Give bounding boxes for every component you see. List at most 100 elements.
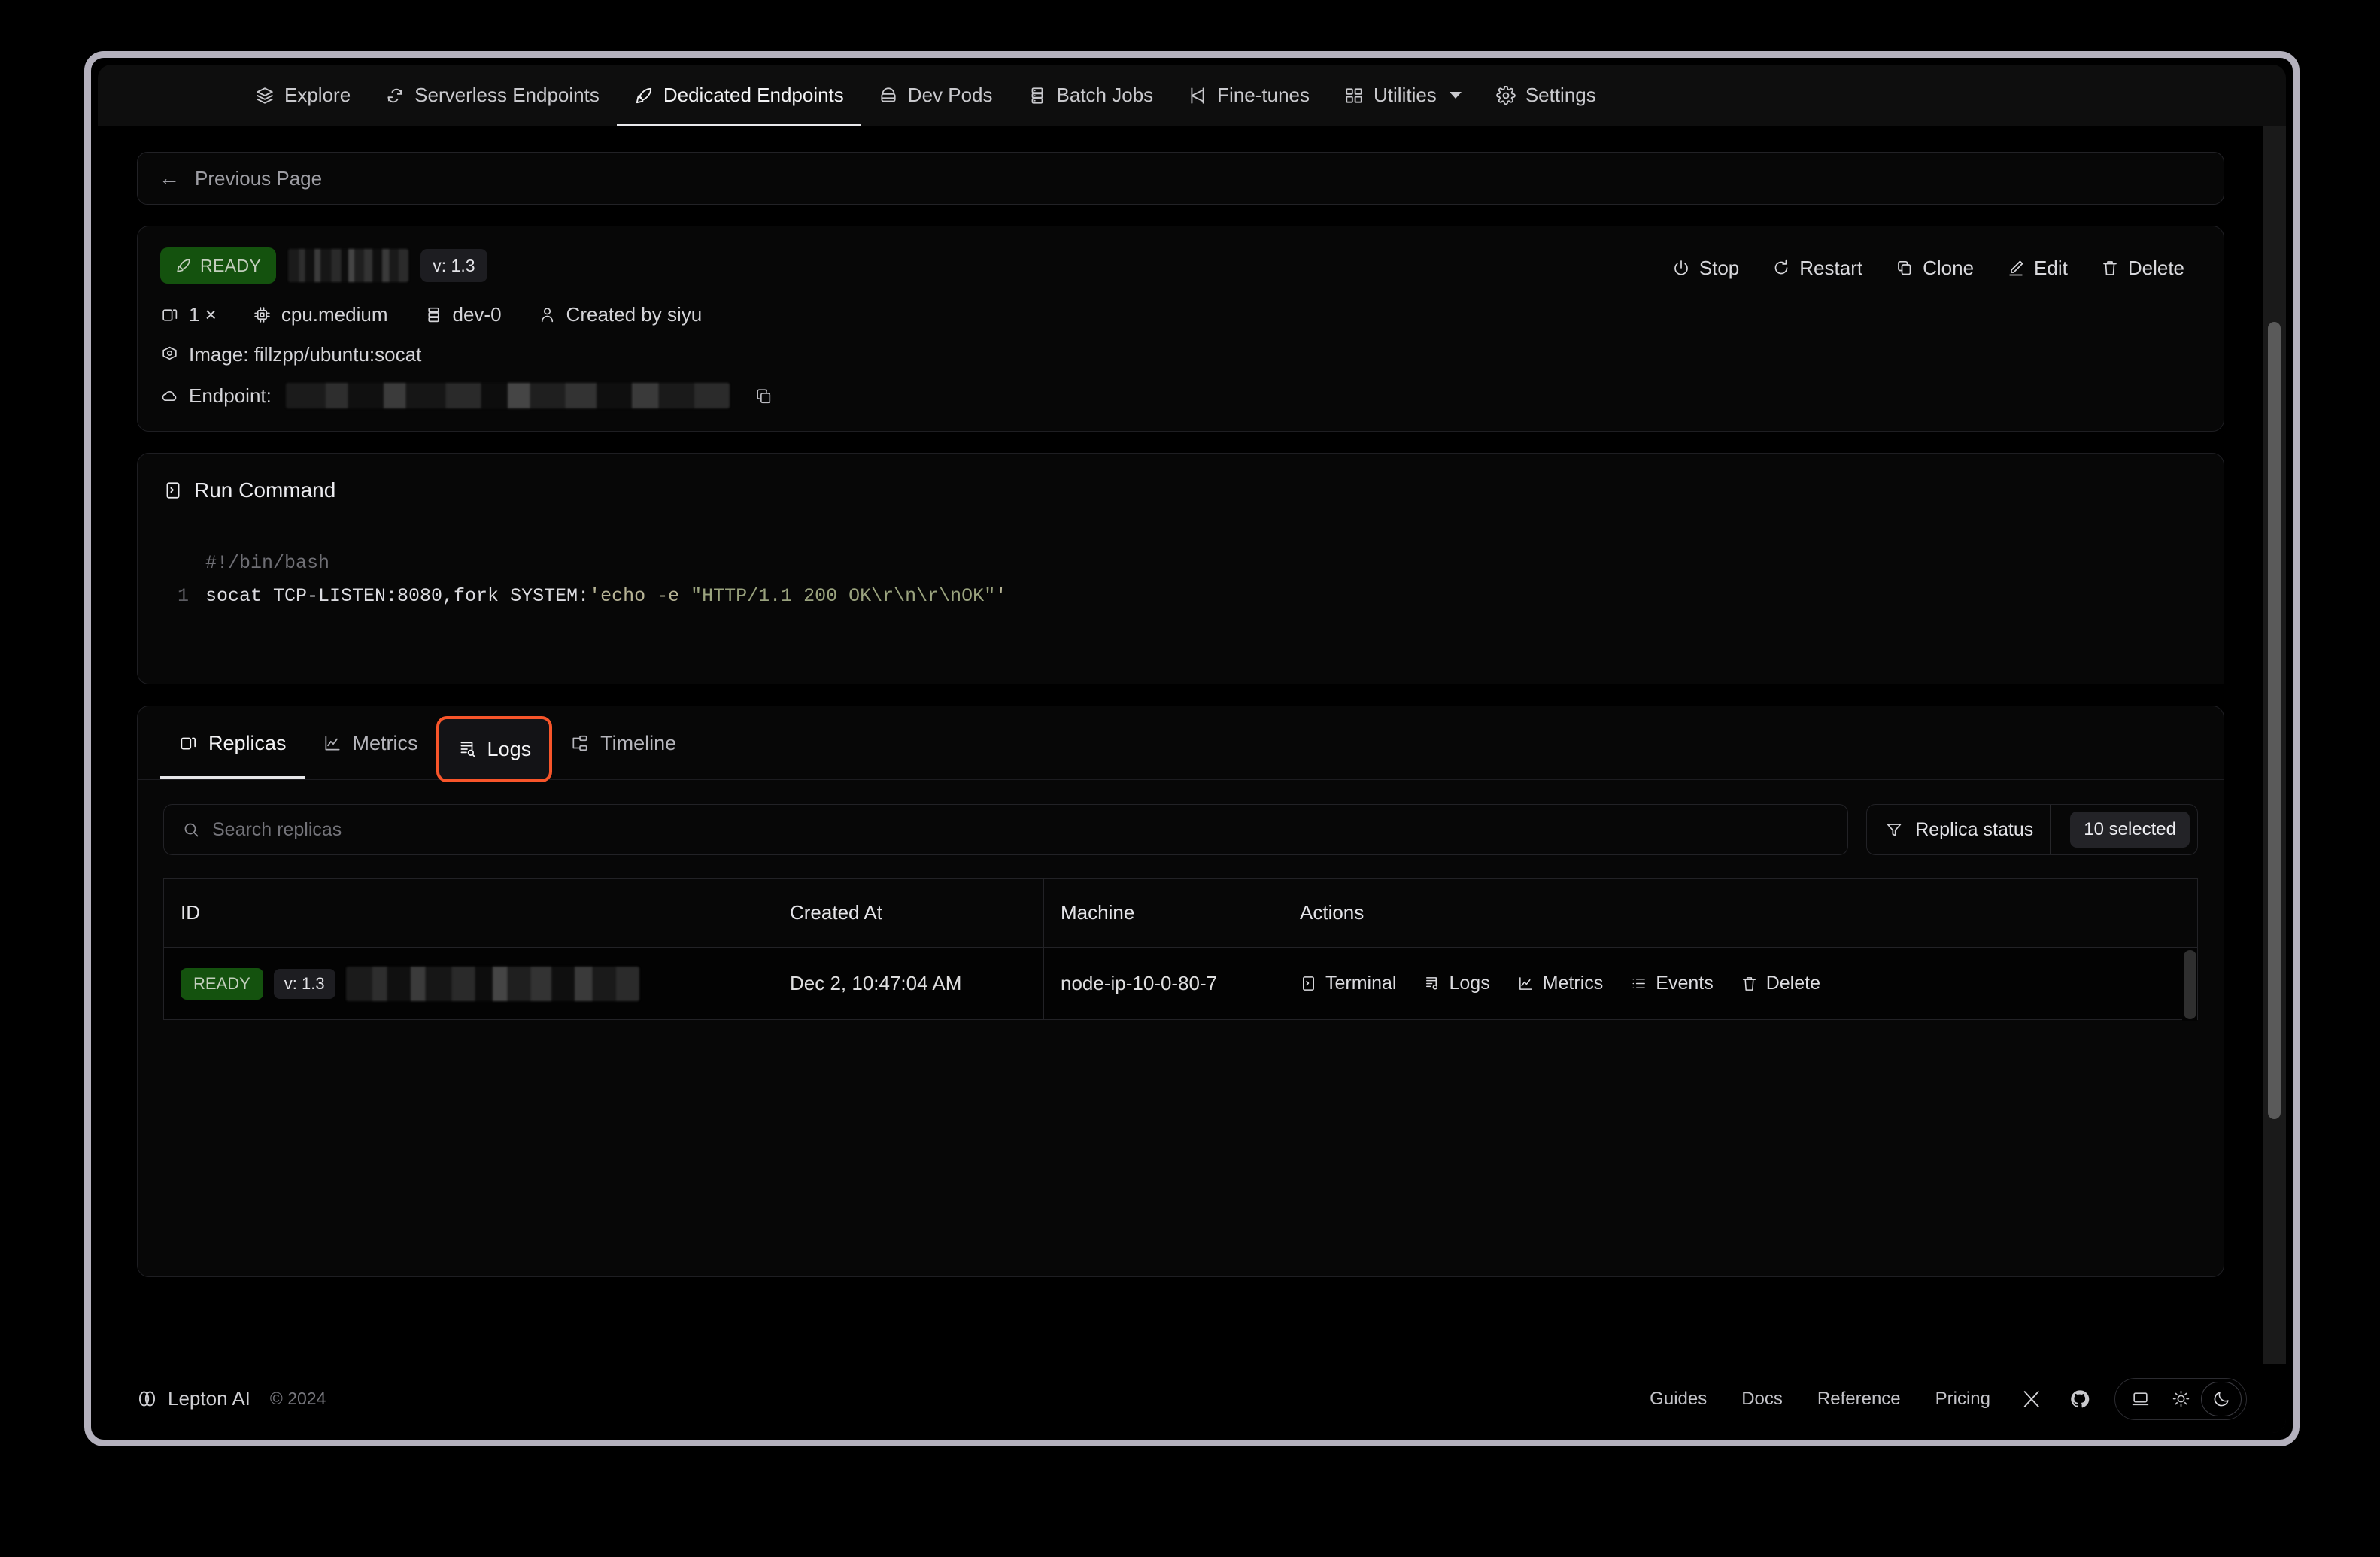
nav-item-serverless-endpoints[interactable]: Serverless Endpoints [368,65,617,126]
footer-link-pricing[interactable]: Pricing [1918,1389,2008,1410]
copy-icon [1898,260,1911,275]
shebang-text: #!/bin/bash [205,552,330,574]
search-icon [184,823,199,837]
light-theme-button[interactable] [2160,1382,2201,1416]
row-action-label: Terminal [1325,973,1397,994]
page-scrollbar-track[interactable] [2263,126,2286,1433]
arrow-left-icon: ← [159,166,180,190]
nav-item-dedicated-endpoints[interactable]: Dedicated Endpoints [616,65,861,126]
main-content: ← Previous Page READY v: 1.3 1 × cpu.med… [98,126,2263,1433]
cell-id: READY v: 1.3 [163,947,773,1020]
trash-icon [1742,977,1756,991]
tab-metrics[interactable]: Metrics [305,707,436,779]
run-command-title: Run Command [194,478,336,502]
github-icon [2071,1389,2090,1407]
server-stack-icon [1028,86,1047,105]
run-command-code[interactable]: #!/bin/bash 1 socat TCP-LISTEN:8080,fork … [138,527,2224,684]
github-link[interactable] [2056,1389,2104,1410]
run-command-card: Run Command #!/bin/bash 1 socat TCP-LISTE… [137,453,2224,684]
search-replicas-box[interactable] [163,804,1849,855]
copyright: © 2024 [269,1389,326,1408]
power-icon [1674,260,1688,275]
timeline-icon [572,735,587,751]
replicas-icon [162,309,178,321]
replicas-panel-card: Replicas Metrics Logs Timeline Search re… [137,706,2224,1277]
cloud-icon [162,390,177,401]
tab-logs[interactable]: Logs [436,716,553,782]
row-terminal-button[interactable]: Terminal [1300,973,1410,994]
table-scrollbar-thumb[interactable] [2184,950,2196,1019]
stop-button[interactable]: Stop [1656,250,1756,285]
created-by-label: Created by siyu [566,303,703,326]
cell-actions: Terminal Logs Metrics Events Delete [1283,947,2198,1020]
delete-label: Delete [2127,256,2184,279]
x-twitter-link[interactable] [2008,1389,2056,1410]
page-scrollbar-thumb[interactable] [2268,322,2281,1119]
workspace-info: dev-0 [424,303,502,326]
rocket-icon [634,86,654,105]
row-metrics-button[interactable]: Metrics [1504,973,1617,994]
list-icon [1632,978,1646,989]
table-row[interactable]: READY v: 1.3 Dec 2, 10:47:04 AM node-ip-… [163,947,2198,1020]
copy-endpoint-button[interactable] [754,387,773,405]
code-gutter: 1 [177,585,189,607]
copy-icon [757,388,771,403]
refresh-cloud-icon [385,86,405,105]
nav-label: Dev Pods [907,83,993,106]
row-logs-button[interactable]: Logs [1410,973,1503,994]
code-line-shebang: #!/bin/bash [138,547,2224,580]
endpoint-status-card: READY v: 1.3 1 × cpu.medium dev-0 Create… [137,226,2224,432]
lepton-logo-icon [138,1391,156,1407]
delete-button[interactable]: Delete [2084,250,2201,285]
code-string-close: ' [995,585,1007,607]
code-string-open: 'echo -e [589,585,691,607]
tab-timeline[interactable]: Timeline [552,707,694,779]
row-action-label: Delete [1765,973,1820,994]
replicas-filters: Replica status 10 selected [138,780,2224,855]
nav-label: Dedicated Endpoints [663,83,844,106]
divider [2050,805,2051,854]
nav-label: Settings [1525,83,1596,106]
layers-icon [255,86,275,105]
tab-replicas[interactable]: Replicas [160,707,305,779]
nav-item-dev-pods[interactable]: Dev Pods [861,65,1010,126]
image-label: Image: fillzpp/ubuntu:socat [189,343,422,366]
footer-link-reference[interactable]: Reference [1800,1389,1918,1410]
nav-item-fine-tunes[interactable]: Fine-tunes [1170,65,1327,126]
nav-item-explore[interactable]: Explore [238,65,368,126]
tab-label: Replicas [208,731,287,754]
system-theme-button[interactable] [2120,1382,2160,1416]
row-delete-button[interactable]: Delete [1727,973,1834,994]
nav-item-settings[interactable]: Settings [1479,65,1613,126]
endpoint-label: Endpoint: [189,384,272,407]
row-events-button[interactable]: Events [1617,973,1726,994]
cpu-icon [254,307,270,323]
column-header-id: ID [163,878,773,948]
endpoint-name-redacted [288,249,409,282]
image-info: Image: fillzpp/ubuntu:socat [160,343,2201,366]
nav-item-batch-jobs[interactable]: Batch Jobs [1010,65,1171,126]
row-version-pill: v: 1.3 [273,968,335,999]
footer: Lepton AI © 2024 Guides Docs Reference P… [98,1364,2286,1433]
cell-created-at: Dec 2, 10:47:04 AM [773,947,1044,1020]
trash-icon [2102,261,2117,275]
nav-item-utilities[interactable]: Utilities [1327,65,1479,126]
previous-page-button[interactable]: ← Previous Page [137,152,2224,205]
search-input[interactable] [212,818,1830,841]
restart-button[interactable]: Restart [1756,250,1879,285]
tab-label: Timeline [600,731,677,754]
terminal-icon [166,481,180,499]
filter-icon [1887,824,1902,836]
footer-link-guides[interactable]: Guides [1632,1389,1724,1410]
nav-label: Utilities [1374,83,1437,106]
table-header-row: ID Created At Machine Actions [163,878,2198,948]
dark-theme-button[interactable] [2201,1381,2242,1416]
system-theme-icon [2132,1392,2148,1406]
footer-right: Guides Docs Reference Pricing [1632,1377,2247,1420]
edit-button[interactable]: Edit [1990,250,2084,285]
replica-status-filter[interactable]: Replica status 10 selected [1866,804,2198,855]
clone-button[interactable]: Clone [1879,250,1990,285]
footer-link-docs[interactable]: Docs [1724,1389,1800,1410]
replicas-table-wrapper: ID Created At Machine Actions READY v: 1… [163,878,2198,1021]
row-action-label: Logs [1449,973,1490,994]
